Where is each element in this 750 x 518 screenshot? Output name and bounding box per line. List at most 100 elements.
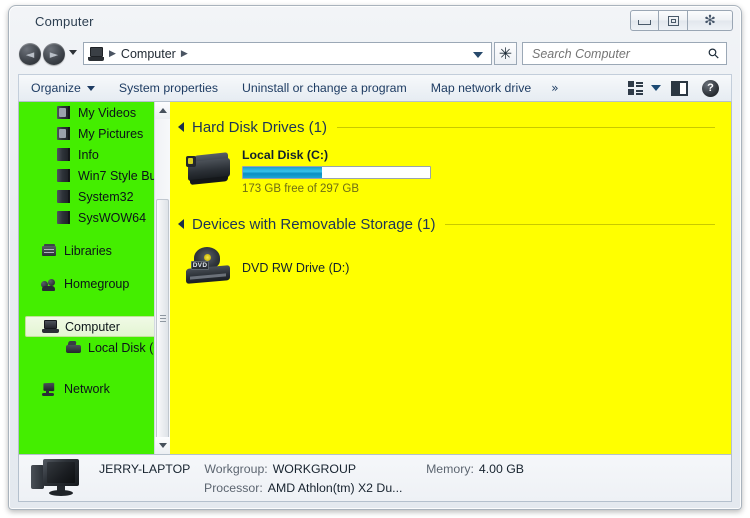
maximize-icon: [667, 15, 679, 26]
recent-pages-chevron-down-icon[interactable]: [69, 50, 77, 55]
sidebar-item-label: Info: [78, 147, 99, 162]
minimize-icon: [638, 20, 651, 25]
workgroup-label: Workgroup:: [204, 462, 268, 476]
system-properties-button[interactable]: System properties: [107, 75, 230, 101]
change-view-chevron-down-icon[interactable]: [651, 85, 661, 91]
folder-icon: [55, 105, 72, 120]
drive-tile-body: DVD RW Drive (D:): [242, 259, 349, 275]
window-title: Computer: [35, 14, 94, 29]
sidebar-item-info[interactable]: Info: [19, 144, 170, 165]
drive-label: Local Disk (C:): [242, 148, 329, 162]
sidebar-item-label: My Pictures: [78, 126, 144, 141]
sidebar-item-system32[interactable]: System32: [19, 186, 170, 207]
computer-name-value: JERRY-LAPTOP: [99, 462, 191, 476]
search-icon: ⚲: [704, 44, 724, 63]
preview-pane-icon[interactable]: [671, 80, 688, 96]
group-header-removable-storage[interactable]: Devices with Removable Storage (1): [178, 213, 731, 235]
sidebar-item-local-disk-c[interactable]: Local Disk (C:): [19, 337, 170, 358]
map-network-drive-button[interactable]: Map network drive: [419, 75, 543, 101]
sidebar-item-label: System32: [78, 189, 134, 204]
refresh-icon: ✳: [498, 43, 513, 63]
sidebar-item-syswow64[interactable]: SysWOW64: [19, 207, 170, 228]
capacity-bar: [242, 166, 431, 179]
sidebar-item-libraries[interactable]: Libraries: [19, 240, 170, 261]
folder-icon: [55, 168, 72, 183]
details-row-1: JERRY-LAPTOP Workgroup: WORKGROUP Memory…: [99, 462, 524, 476]
folder-icon: [55, 147, 72, 162]
forward-arrow-icon: ►: [49, 47, 59, 61]
scroll-down-button[interactable]: [155, 437, 170, 454]
sidebar-item-label: Network: [64, 381, 110, 396]
group-title: Hard Disk Drives (1): [192, 118, 328, 136]
collapse-triangle-icon[interactable]: [178, 219, 184, 229]
computer-icon: [88, 46, 104, 61]
sidebar-item-network[interactable]: Network: [19, 378, 170, 399]
scrollbar-grip-icon: [160, 315, 166, 323]
folder-icon: [55, 189, 72, 204]
capacity-text: 173 GB free of 297 GB: [242, 183, 359, 195]
close-icon: ✻: [704, 12, 716, 29]
refresh-button[interactable]: ✳: [494, 42, 517, 65]
back-button[interactable]: ◄: [19, 43, 41, 65]
sidebar-item-win7-style-builder[interactable]: Win7 Style Builder: [19, 165, 170, 186]
back-arrow-icon: ◄: [25, 47, 35, 61]
title-bar[interactable]: Computer ✻: [9, 6, 741, 40]
workgroup-value: WORKGROUP: [272, 462, 357, 476]
sidebar-item-homegroup[interactable]: Homegroup: [19, 273, 170, 294]
uninstall-label: Uninstall or change a program: [242, 81, 407, 95]
forward-button[interactable]: ►: [43, 43, 65, 65]
navigation-bar: ◄ ► ▶ Computer ▶ ✳ ⚲: [9, 38, 741, 70]
command-bar-right-group: ?: [628, 75, 731, 101]
minimize-button[interactable]: [630, 10, 659, 31]
sidebar-item-my-videos[interactable]: My Videos: [19, 102, 170, 123]
homegroup-icon: [41, 276, 58, 291]
chevron-down-icon: [86, 85, 95, 91]
capacity-bar-fill: [243, 167, 322, 178]
explorer-window: Computer ✻ ◄ ► ▶ Computer ▶ ✳ Search Com…: [8, 5, 742, 510]
sidebar-item-computer[interactable]: Computer: [25, 316, 164, 337]
organize-button[interactable]: Organize: [19, 75, 107, 101]
close-button[interactable]: ✻: [688, 10, 733, 31]
computer-icon: [31, 457, 89, 499]
sidebar-item-my-pictures[interactable]: My Pictures: [19, 123, 170, 144]
folder-icon: [55, 126, 72, 141]
help-icon[interactable]: ?: [702, 79, 719, 97]
file-list-view[interactable]: Hard Disk Drives (1) Local Disk (C:) 173…: [170, 102, 731, 454]
search-box[interactable]: ⚲: [522, 42, 727, 65]
breadcrumb-separator-icon: ▶: [109, 48, 116, 58]
command-bar: Organize System properties Uninstall or …: [18, 74, 732, 102]
search-input[interactable]: [530, 45, 699, 62]
scrollbar-thumb[interactable]: [156, 199, 169, 439]
organize-label: Organize: [31, 81, 81, 95]
address-bar[interactable]: ▶ Computer ▶: [83, 42, 492, 65]
details-row-2: Processor: AMD Athlon(tm) X2 Du...: [204, 481, 402, 495]
disk-icon: [65, 340, 82, 355]
map-network-drive-label: Map network drive: [430, 81, 532, 95]
change-view-icon[interactable]: [628, 81, 643, 95]
address-chevron-down-icon[interactable]: [473, 52, 483, 58]
collapse-triangle-icon[interactable]: [178, 122, 184, 132]
processor-label: Processor:: [204, 481, 263, 495]
uninstall-or-change-program-button[interactable]: Uninstall or change a program: [230, 75, 419, 101]
computer-icon: [42, 319, 59, 334]
scroll-up-button[interactable]: [155, 102, 170, 119]
drive-tile-local-disk-c[interactable]: Local Disk (C:) 173 GB free of 297 GB: [184, 146, 731, 195]
drive-tile-dvd-rw-d[interactable]: DVD DVD RW Drive (D:): [184, 245, 731, 289]
breadcrumb-separator-icon[interactable]: ▶: [181, 48, 188, 59]
maximize-button[interactable]: [659, 10, 688, 31]
overflow-chevrons-icon[interactable]: »: [543, 81, 566, 95]
drive-tile-body: Local Disk (C:) 173 GB free of 297 GB: [242, 146, 431, 195]
content-area: My Videos My Pictures Info Win7 Style Bu…: [18, 102, 732, 454]
sidebar-item-label: Libraries: [64, 243, 112, 258]
library-icon: [41, 243, 58, 258]
navigation-pane-scrollbar[interactable]: [154, 102, 170, 454]
breadcrumb-computer[interactable]: Computer: [121, 47, 176, 61]
chevron-down-icon: [158, 443, 167, 448]
details-fields: JERRY-LAPTOP Workgroup: WORKGROUP Memory…: [99, 457, 731, 499]
group-header-hard-disk-drives[interactable]: Hard Disk Drives (1): [178, 116, 731, 138]
sidebar-item-label: Computer: [65, 319, 120, 334]
